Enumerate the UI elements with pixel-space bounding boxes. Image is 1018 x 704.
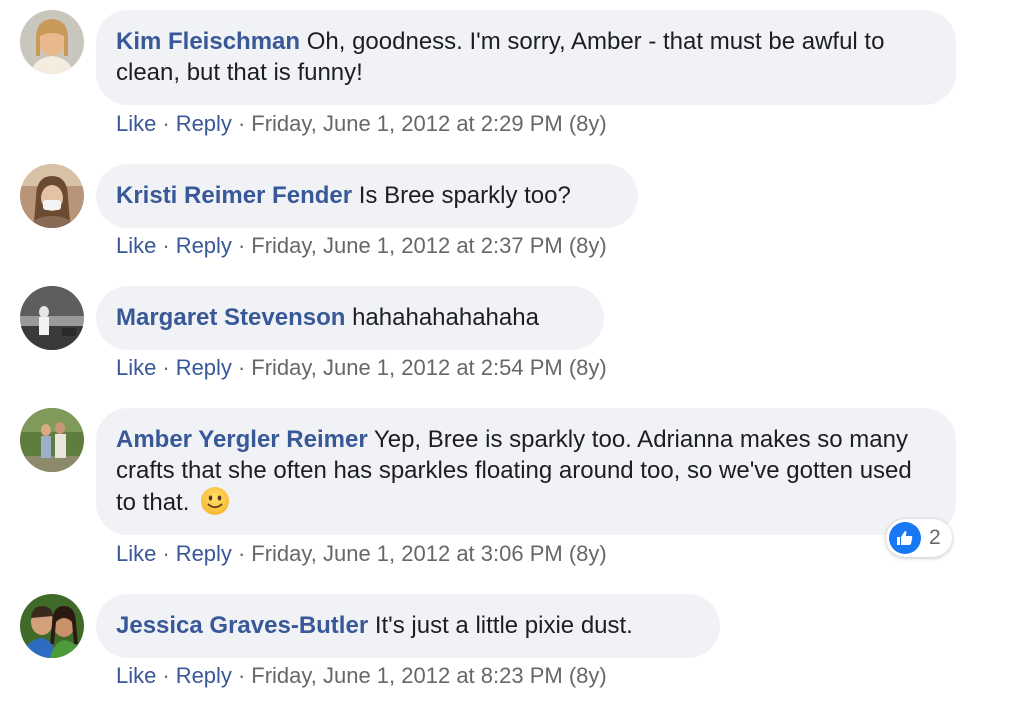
like-link[interactable]: Like — [116, 233, 156, 258]
separator: · — [162, 233, 170, 258]
comment-timestamp[interactable]: Friday, June 1, 2012 at 8:23 PM (8y) — [251, 663, 606, 688]
comment-bubble: Amber Yergler Reimer Yep, Bree is sparkl… — [96, 408, 956, 535]
like-link[interactable]: Like — [116, 663, 156, 688]
comment-actions: Like · Reply · Friday, June 1, 2012 at 2:54 … — [116, 354, 607, 382]
comment-timestamp[interactable]: Friday, June 1, 2012 at 2:37 PM (8y) — [251, 233, 606, 258]
comment-actions: Like · Reply · Friday, June 1, 2012 at 8:23 … — [116, 662, 607, 690]
like-link[interactable]: Like — [116, 355, 156, 380]
separator: · — [237, 233, 246, 258]
reaction-count: 2 — [929, 526, 941, 549]
like-link[interactable]: Like — [116, 541, 156, 566]
separator: · — [237, 541, 246, 566]
separator: · — [162, 663, 170, 688]
comment-text: It's just a little pixie dust. — [374, 612, 633, 639]
comment-actions: Like · Reply · Friday, June 1, 2012 at 3:06 … — [116, 540, 607, 568]
comment-author[interactable]: Jessica Graves-Butler — [116, 612, 368, 639]
comment-bubble: Margaret Stevenson hahahahahahaha — [96, 286, 604, 350]
avatar[interactable] — [20, 164, 84, 228]
comment-timestamp[interactable]: Friday, June 1, 2012 at 2:54 PM (8y) — [251, 355, 606, 380]
separator: · — [162, 541, 170, 566]
separator: · — [162, 355, 170, 380]
comment-bubble: Jessica Graves-Butler It's just a little… — [96, 594, 720, 658]
like-link[interactable]: Like — [116, 111, 156, 136]
comment-author[interactable]: Kim Fleischman — [116, 28, 300, 55]
comment-bubble: Kristi Reimer Fender Is Bree sparkly too… — [96, 164, 638, 228]
avatar-photo — [20, 286, 84, 350]
comment-timestamp[interactable]: Friday, June 1, 2012 at 3:06 PM (8y) — [251, 541, 606, 566]
reply-link[interactable]: Reply — [176, 541, 232, 566]
avatar-photo — [20, 408, 84, 472]
avatar[interactable] — [20, 408, 84, 472]
reply-link[interactable]: Reply — [176, 355, 232, 380]
avatar[interactable] — [20, 10, 84, 74]
comment-actions: Like · Reply · Friday, June 1, 2012 at 2:29 … — [116, 110, 607, 138]
comment-text: hahahahahahaha — [352, 304, 539, 331]
separator: · — [237, 355, 246, 380]
avatar[interactable] — [20, 594, 84, 658]
comment-bubble: Kim Fleischman Oh, goodness. I'm sorry, … — [96, 10, 956, 105]
reaction-count-badge[interactable]: 2 — [886, 519, 952, 557]
separator: · — [237, 111, 246, 136]
avatar[interactable] — [20, 286, 84, 350]
comment-author[interactable]: Amber Yergler Reimer — [116, 426, 368, 453]
slightly-smiling-face-icon — [200, 486, 230, 516]
reply-link[interactable]: Reply — [176, 663, 232, 688]
comment-actions: Like · Reply · Friday, June 1, 2012 at 2:37 … — [116, 232, 607, 260]
avatar-photo — [20, 10, 84, 74]
comment-timestamp[interactable]: Friday, June 1, 2012 at 2:29 PM (8y) — [251, 111, 606, 136]
separator: · — [162, 111, 170, 136]
reply-link[interactable]: Reply — [176, 233, 232, 258]
comment-author[interactable]: Kristi Reimer Fender — [116, 182, 352, 209]
avatar-photo — [20, 594, 84, 658]
comment-text: Is Bree sparkly too? — [358, 182, 571, 209]
avatar-photo — [20, 164, 84, 228]
like-icon — [889, 522, 921, 554]
comment-author[interactable]: Margaret Stevenson — [116, 304, 345, 331]
reply-link[interactable]: Reply — [176, 111, 232, 136]
separator: · — [237, 663, 246, 688]
